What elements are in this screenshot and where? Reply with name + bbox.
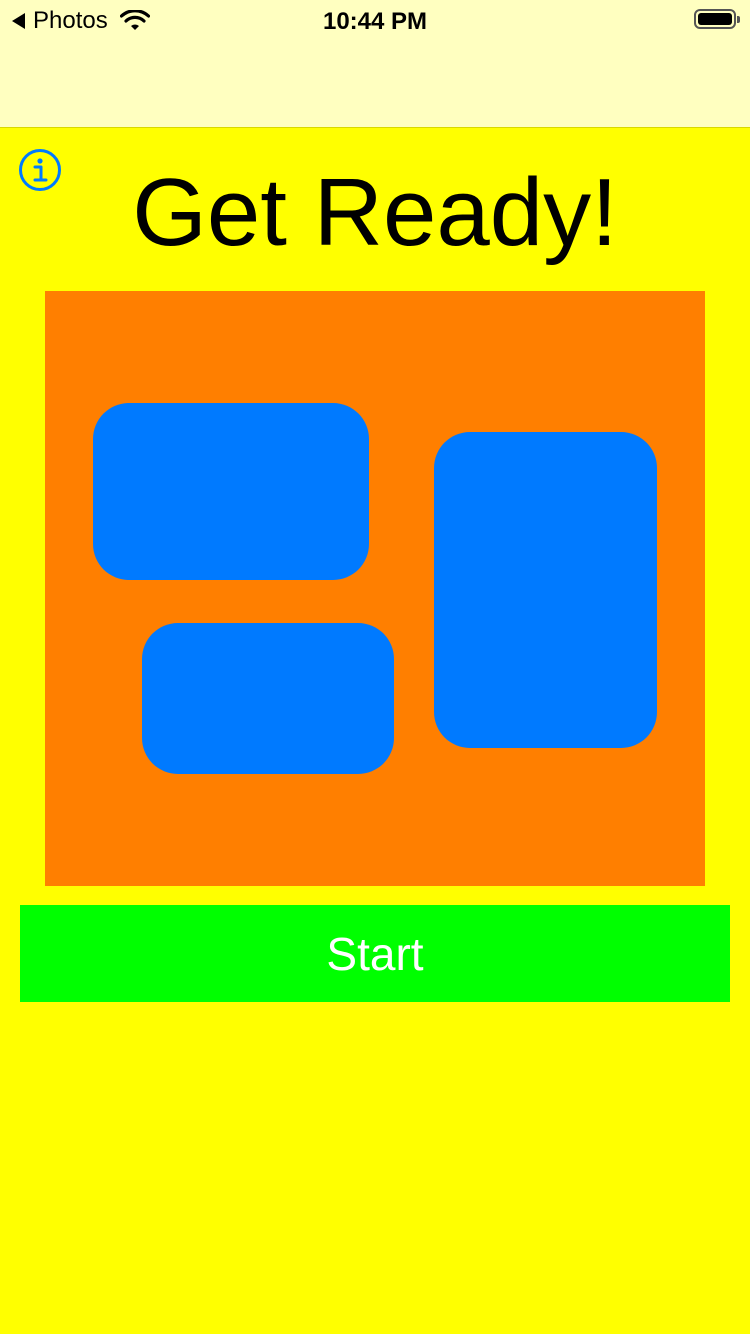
tile-3[interactable]	[434, 432, 657, 748]
battery-level	[698, 13, 732, 25]
status-bar: Photos 10:44 PM	[0, 0, 750, 128]
start-button[interactable]: Start	[20, 905, 730, 1002]
tile-2[interactable]	[142, 623, 394, 774]
page-title: Get Ready!	[132, 159, 618, 266]
status-time: 10:44 PM	[322, 8, 428, 35]
game-board	[45, 291, 705, 886]
tile-1[interactable]	[93, 403, 369, 580]
battery-icon	[694, 9, 740, 29]
